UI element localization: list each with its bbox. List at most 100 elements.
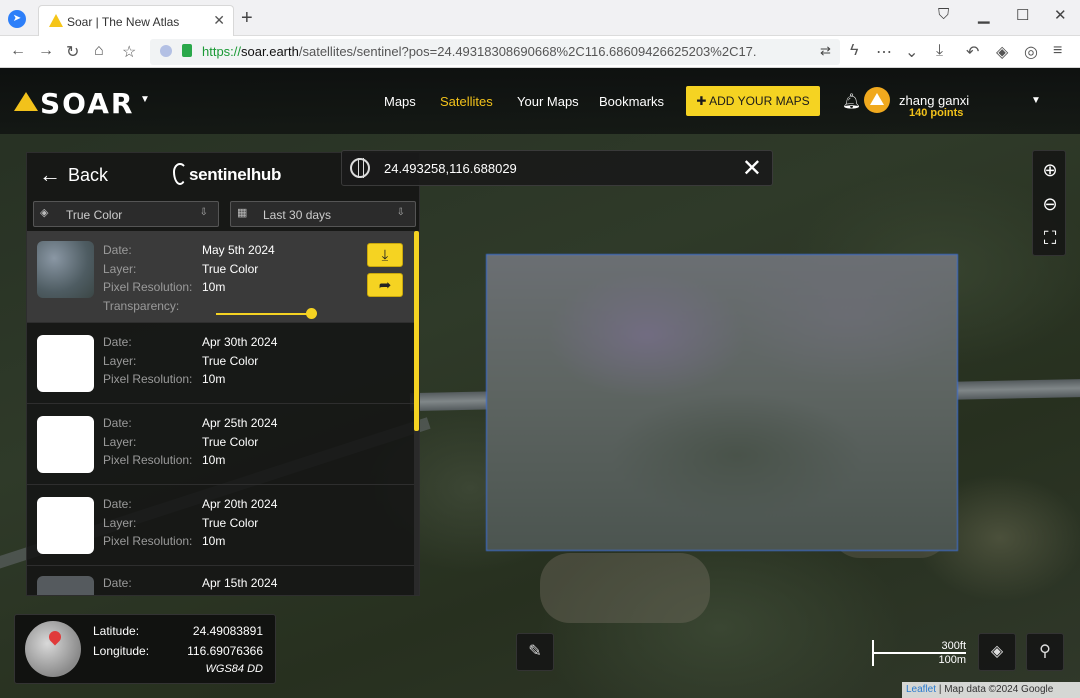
minimize-icon[interactable]: ▁ (978, 6, 990, 24)
fit-bounds-icon[interactable]: ⛶ (1033, 221, 1067, 255)
image-list: Date: May 5th 2024 Layer: True Color Pix… (27, 231, 415, 595)
scale-metric: 100m (938, 654, 966, 666)
sentinel-image-overlay[interactable] (486, 254, 958, 551)
date-label: Date: (103, 416, 132, 430)
soar-logo-icon[interactable] (14, 92, 38, 111)
user-menu-caret-icon[interactable]: ▼ (1031, 95, 1041, 106)
coordinate-system: WGS84 DD (205, 663, 263, 675)
transparency-label: Transparency: (103, 299, 180, 313)
zoom-out-icon[interactable]: ⊖ (1033, 187, 1067, 221)
transparency-slider[interactable] (216, 313, 316, 315)
home-icon[interactable]: ⌂ (94, 42, 104, 60)
date-value: Apr 30th 2024 (202, 335, 278, 349)
map-village (540, 553, 710, 623)
layer-label: Layer: (103, 516, 137, 530)
back-icon[interactable]: ← (10, 42, 26, 60)
download-icon[interactable]: ⤓ (936, 42, 943, 60)
app-header: SOAR ▼ Maps Satellites Your Maps Bookmar… (0, 68, 1080, 134)
nav-bookmarks[interactable]: Bookmarks (599, 94, 664, 109)
date-value: Apr 25th 2024 (202, 416, 278, 430)
logo-text[interactable]: SOAR (40, 87, 134, 120)
layers-icon[interactable]: ◈ (978, 633, 1016, 671)
add-your-maps-button[interactable]: ✚ ADD YOUR MAPS (686, 86, 820, 116)
avatar[interactable] (864, 87, 890, 113)
list-item[interactable]: Date: Apr 20th 2024 Layer: True Color Pi… (27, 485, 415, 566)
sync-icon[interactable]: ◎ (1024, 42, 1038, 62)
list-scrollbar-thumb[interactable] (414, 231, 419, 431)
ruler-icon[interactable]: ✎ (516, 633, 554, 671)
close-window-icon[interactable]: ✕ (1054, 6, 1067, 24)
map-data-credit: | Map data ©2024 Google (938, 684, 1054, 695)
back-arrow-icon[interactable]: ← (39, 162, 61, 188)
layer-select[interactable]: ◈ True Color ⇩ (33, 201, 219, 227)
bookmark-star-icon[interactable]: ☆ (122, 42, 136, 62)
browser-tab[interactable]: Soar | The New Atlas ✕ (38, 5, 234, 36)
bell-icon[interactable]: 🔔︎ (842, 92, 861, 110)
back-button[interactable]: Back (68, 165, 108, 186)
date-value: May 5th 2024 (202, 243, 275, 257)
search-input[interactable]: 24.493258,116.688029 (384, 161, 517, 176)
coordinate-search[interactable]: 24.493258,116.688029 ✕ (341, 150, 773, 186)
resolution-value: 10m (202, 280, 226, 294)
longitude-value: 116.69076366 (187, 644, 263, 658)
user-name[interactable]: zhang ganxi (899, 93, 969, 108)
calendar-icon: ▦ (237, 207, 248, 219)
image-thumbnail[interactable] (37, 416, 94, 473)
tshirt-icon[interactable]: ⛉ (938, 6, 949, 23)
image-thumbnail[interactable] (37, 241, 94, 298)
translate-icon[interactable]: ⇄ (820, 43, 831, 59)
satellite-icon[interactable]: ⚲ (1026, 633, 1064, 671)
sentinelhub-logo-text: sentinelhub (189, 165, 282, 184)
latitude-value: 24.49083891 (192, 624, 263, 638)
sentinel-panel: ← Back sentinelhub ◈ True Color ⇩ ▦ Last… (26, 152, 420, 596)
nav-your-maps[interactable]: Your Maps (517, 94, 579, 109)
zoom-controls: ⊕ ⊖ ⛶ (1032, 150, 1066, 256)
globe-icon (25, 621, 81, 677)
close-icon[interactable]: ✕ (742, 154, 762, 183)
caret-down-icon[interactable]: ▼ (140, 94, 150, 105)
more-icon[interactable]: ⋯ (876, 42, 892, 62)
tab-title: Soar | The New Atlas (67, 15, 180, 29)
date-label: Date: (103, 243, 132, 257)
browser-logo-icon: ➤ (8, 10, 26, 28)
layer-label: Layer: (103, 435, 137, 449)
resolution-label: Pixel Resolution: (103, 453, 193, 467)
forward-icon[interactable]: → (38, 42, 54, 60)
image-thumbnail[interactable] (37, 576, 94, 595)
lock-icon (182, 44, 192, 57)
shield-icon (160, 45, 172, 57)
scale-imperial: 300ft (941, 640, 966, 652)
zoom-in-icon[interactable]: ⊕ (1033, 153, 1067, 187)
ai-extension-icon[interactable]: ◈ (996, 42, 1008, 62)
nav-maps[interactable]: Maps (384, 94, 416, 109)
image-thumbnail[interactable] (37, 497, 94, 554)
url-text[interactable]: https://soar.earth/satellites/sentinel?p… (202, 44, 757, 59)
resolution-label: Pixel Resolution: (103, 280, 193, 294)
layer-value: True Color (202, 516, 259, 530)
image-thumbnail[interactable] (37, 335, 94, 392)
transparency-slider-handle[interactable] (306, 308, 317, 319)
menu-icon[interactable]: ≡ (1053, 42, 1062, 60)
new-tab-button[interactable]: + (241, 7, 253, 30)
map-attribution: Leaflet | Map data ©2024 Google (902, 682, 1080, 698)
layer-select-value: True Color (66, 208, 123, 222)
chevron-down-icon[interactable]: ⌄ (905, 42, 918, 62)
maximize-icon[interactable]: ☐ (1016, 6, 1029, 24)
undo-icon[interactable]: ↶ (966, 42, 979, 62)
list-item[interactable]: Date: Apr 15th 2024 (27, 566, 415, 595)
list-item[interactable]: Date: May 5th 2024 Layer: True Color Pix… (27, 231, 415, 323)
list-item[interactable]: Date: Apr 30th 2024 Layer: True Color Pi… (27, 323, 415, 404)
date-value: Apr 20th 2024 (202, 497, 278, 511)
resolution-label: Pixel Resolution: (103, 372, 193, 386)
lightning-icon[interactable]: ϟ (850, 42, 858, 60)
soar-favicon-icon (49, 14, 63, 27)
url-bar[interactable]: https://soar.earth/satellites/sentinel?p… (150, 39, 840, 65)
list-item[interactable]: Date: Apr 25th 2024 Layer: True Color Pi… (27, 404, 415, 485)
reload-icon[interactable]: ↻ (66, 42, 79, 62)
download-button[interactable]: ⤓ (367, 243, 403, 267)
nav-satellites[interactable]: Satellites (440, 94, 493, 109)
date-range-select[interactable]: ▦ Last 30 days ⇩ (230, 201, 416, 227)
share-button[interactable]: ➦ (367, 273, 403, 297)
leaflet-link[interactable]: Leaflet (906, 684, 936, 695)
close-tab-icon[interactable]: ✕ (213, 12, 225, 29)
